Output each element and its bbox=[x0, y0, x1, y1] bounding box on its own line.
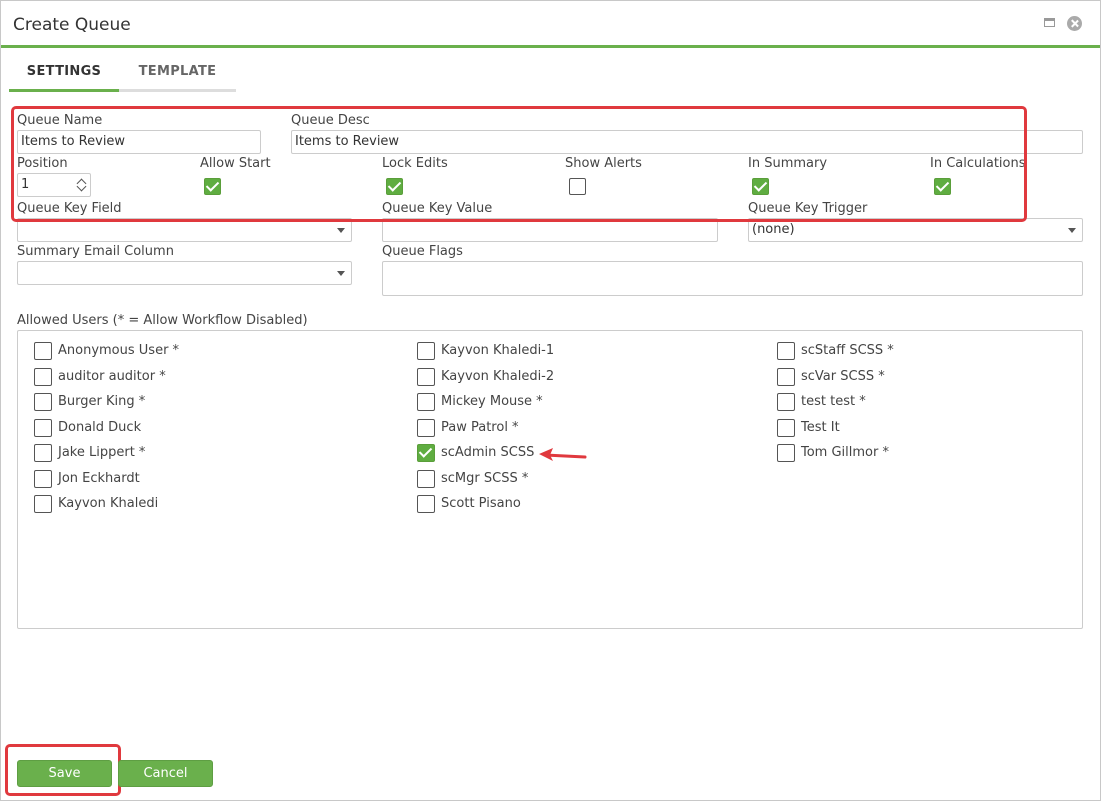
user-name: Tom Gillmor * bbox=[801, 445, 889, 460]
user-name: Kayvon Khaledi-2 bbox=[441, 369, 555, 384]
user-checkbox[interactable] bbox=[777, 419, 795, 437]
summary-email-column-select[interactable] bbox=[17, 261, 352, 285]
user-checkbox[interactable] bbox=[34, 368, 52, 386]
user-name: Paw Patrol * bbox=[441, 420, 519, 435]
user-checkbox[interactable] bbox=[34, 393, 52, 411]
chevron-down-icon bbox=[337, 271, 345, 276]
cancel-button[interactable]: Cancel bbox=[118, 760, 213, 787]
chevron-down-icon bbox=[1068, 228, 1076, 233]
user-name: Anonymous User * bbox=[58, 343, 180, 358]
maximize-icon[interactable] bbox=[1043, 16, 1057, 30]
user-name: Jon Eckhardt bbox=[58, 471, 140, 486]
user-name: Kayvon Khaledi-1 bbox=[441, 343, 555, 358]
save-button[interactable]: Save bbox=[17, 760, 112, 787]
queue-flags-label: Queue Flags bbox=[382, 244, 463, 259]
user-name: Kayvon Khaledi bbox=[58, 496, 159, 511]
user-name: Donald Duck bbox=[58, 420, 142, 435]
dialog-title: Create Queue bbox=[13, 15, 131, 35]
tab-settings[interactable]: SETTINGS bbox=[9, 58, 119, 92]
title-divider bbox=[1, 45, 1100, 48]
user-checkbox[interactable] bbox=[417, 393, 435, 411]
user-checkbox[interactable] bbox=[417, 368, 435, 386]
highlight-settings-box bbox=[11, 106, 1027, 222]
user-name: Test It bbox=[801, 420, 840, 435]
user-checkbox[interactable] bbox=[777, 368, 795, 386]
user-checkbox[interactable] bbox=[34, 419, 52, 437]
close-icon[interactable] bbox=[1067, 16, 1082, 31]
user-name: scStaff SCSS * bbox=[801, 343, 894, 358]
title-bar: Create Queue bbox=[1, 1, 1100, 45]
user-checkbox[interactable] bbox=[417, 470, 435, 488]
arrow-left-icon bbox=[539, 448, 587, 461]
user-checkbox[interactable] bbox=[777, 444, 795, 462]
queue-key-trigger-value: (none) bbox=[752, 222, 795, 237]
user-checkbox[interactable] bbox=[777, 393, 795, 411]
user-checkbox[interactable] bbox=[417, 419, 435, 437]
user-name: scMgr SCSS * bbox=[441, 471, 529, 486]
user-name: test test * bbox=[801, 394, 866, 409]
user-checkbox[interactable] bbox=[34, 342, 52, 360]
allowed-users-label: Allowed Users (* = Allow Workflow Disabl… bbox=[17, 313, 308, 328]
user-checkbox[interactable] bbox=[34, 470, 52, 488]
user-name: auditor auditor * bbox=[58, 369, 166, 384]
user-name: Burger King * bbox=[58, 394, 146, 409]
create-queue-dialog: Create Queue SETTINGS TEMPLATE Queue Nam… bbox=[0, 0, 1101, 801]
user-name: scVar SCSS * bbox=[801, 369, 885, 384]
user-name: Jake Lippert * bbox=[58, 445, 146, 460]
user-name: Scott Pisano bbox=[441, 496, 521, 511]
allowed-users-list: Anonymous User * auditor auditor * Burge… bbox=[17, 330, 1083, 629]
user-checkbox[interactable] bbox=[417, 342, 435, 360]
user-name: scAdmin SCSS bbox=[441, 445, 535, 460]
user-checkbox[interactable] bbox=[34, 444, 52, 462]
chevron-down-icon bbox=[337, 228, 345, 233]
user-checkbox[interactable] bbox=[777, 342, 795, 360]
queue-flags-input[interactable] bbox=[382, 261, 1083, 296]
user-name: Mickey Mouse * bbox=[441, 394, 543, 409]
summary-email-column-label: Summary Email Column bbox=[17, 244, 174, 259]
tab-template[interactable]: TEMPLATE bbox=[119, 58, 236, 92]
user-checkbox[interactable] bbox=[417, 495, 435, 513]
user-checkbox[interactable] bbox=[417, 444, 435, 462]
user-checkbox[interactable] bbox=[34, 495, 52, 513]
